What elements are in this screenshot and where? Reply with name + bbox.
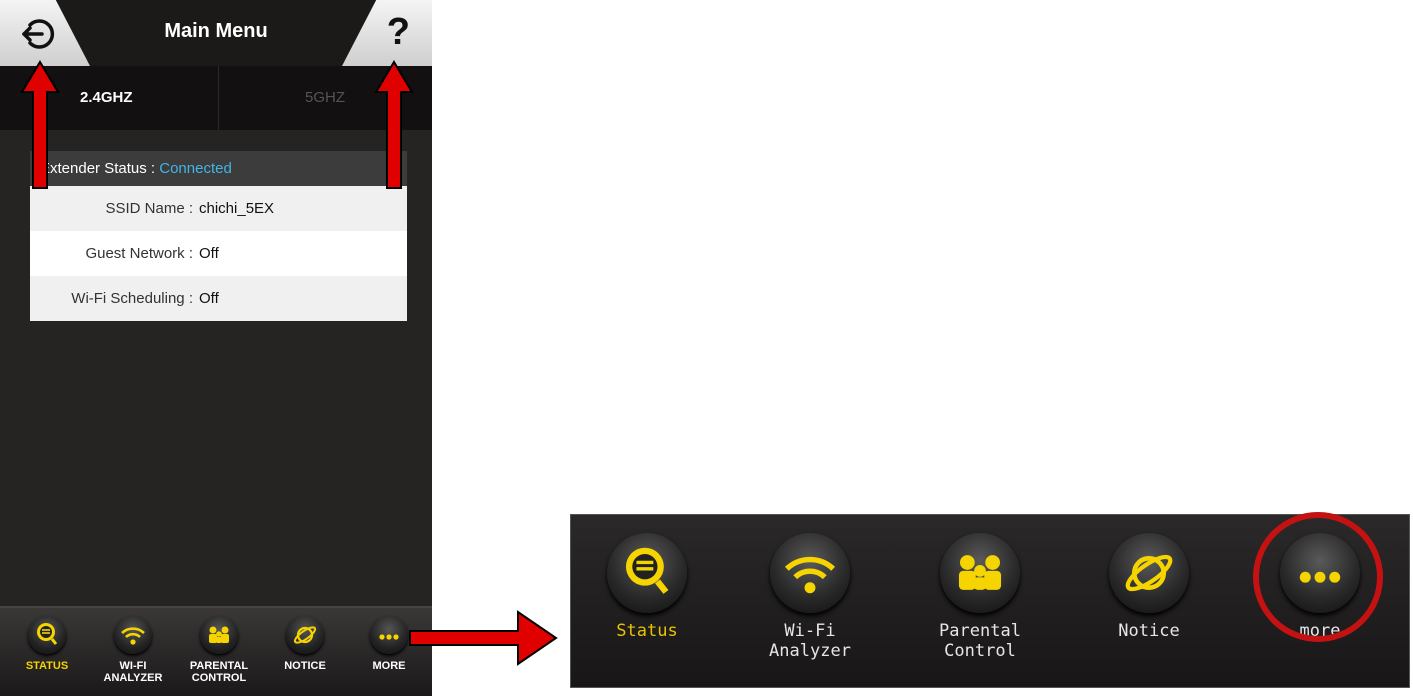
- row-label: SSID Name :: [105, 200, 193, 217]
- row-value: chichi_5EX: [199, 200, 275, 217]
- zoom-nav-parental-control[interactable]: Parental Control: [915, 533, 1045, 661]
- parental-icon: [940, 533, 1020, 613]
- status-row-ssid: SSID Name : chichi_5EX: [30, 186, 407, 231]
- parental-icon: [200, 616, 238, 654]
- nav-label: WI-FI: [119, 660, 147, 672]
- zoom-nav-label: Wi-Fi: [784, 621, 836, 641]
- status-card: Extender Status : Connected SSID Name : c…: [30, 151, 407, 321]
- zoom-nav-label: Notice: [1118, 621, 1180, 641]
- status-icon: [28, 616, 66, 654]
- notice-icon: [1109, 533, 1189, 613]
- bottom-nav: STATUS WI-FI ANALYZER PARENTAL CONTROL N…: [0, 606, 432, 696]
- help-icon[interactable]: ?: [387, 10, 410, 54]
- row-value: Off: [199, 290, 219, 307]
- zoom-nav-status[interactable]: Status: [582, 533, 712, 641]
- arrow-up-left-annotation: [20, 60, 60, 189]
- nav-notice[interactable]: NOTICE: [262, 616, 348, 672]
- nav-label-line2: ANALYZER: [103, 672, 163, 684]
- nav-label: STATUS: [25, 660, 69, 672]
- nav-status[interactable]: STATUS: [4, 616, 90, 672]
- nav-label: PARENTAL: [189, 660, 249, 672]
- status-row-scheduling: Wi-Fi Scheduling : Off: [30, 276, 407, 321]
- arrow-up-right-annotation: [374, 60, 414, 189]
- more-icon: [370, 616, 408, 654]
- wifi-icon: [114, 616, 152, 654]
- top-bar: Main Menu ?: [0, 0, 432, 66]
- zoom-nav-label: Parental: [939, 621, 1021, 641]
- notice-icon: [286, 616, 324, 654]
- extender-status: Extender Status : Connected: [30, 151, 407, 186]
- zoom-nav-label: Status: [616, 621, 678, 641]
- nav-label: NOTICE: [284, 660, 326, 672]
- row-value: Off: [199, 245, 219, 262]
- highlight-ring-annotation: [1253, 512, 1383, 642]
- nav-wifi-analyzer[interactable]: WI-FI ANALYZER: [90, 616, 176, 684]
- status-row-guest: Guest Network : Off: [30, 231, 407, 276]
- row-label: Wi-Fi Scheduling :: [71, 290, 193, 307]
- row-label: Guest Network :: [85, 245, 193, 262]
- wifi-icon: [770, 533, 850, 613]
- zoom-nav-label-line2: Analyzer: [769, 641, 851, 661]
- band-tabs: 2.4GHZ 5GHZ: [0, 66, 432, 130]
- nav-parental-control[interactable]: PARENTAL CONTROL: [176, 616, 262, 684]
- zoom-nav-notice[interactable]: Notice: [1084, 533, 1214, 641]
- arrow-right-annotation: [409, 610, 558, 666]
- extender-status-value: Connected: [159, 160, 232, 177]
- phone-screen: Main Menu ? 2.4GHZ 5GHZ Extender Status …: [0, 0, 432, 696]
- zoom-nav-wifi-analyzer[interactable]: Wi-Fi Analyzer: [745, 533, 875, 661]
- nav-label-line2: CONTROL: [191, 672, 247, 684]
- zoom-nav-label-line2: Control: [944, 641, 1016, 661]
- status-icon: [607, 533, 687, 613]
